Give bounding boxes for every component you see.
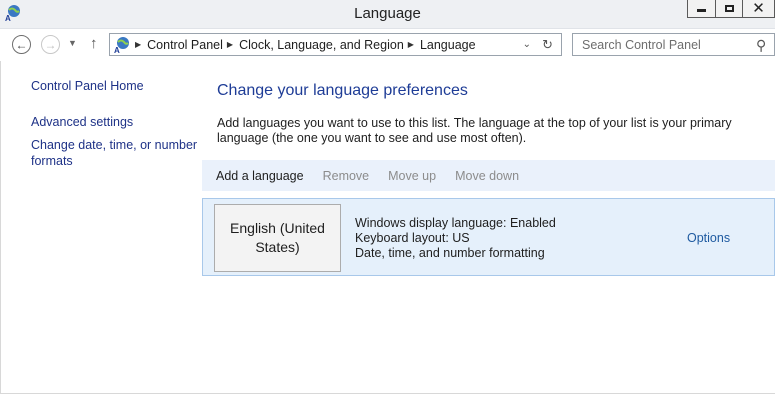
- keyboard-layout: Keyboard layout: US: [355, 231, 470, 245]
- page-title: Change your language preferences: [217, 82, 468, 99]
- language-row[interactable]: English (United States) Windows display …: [202, 198, 775, 276]
- navigation-bar: ← → ▼ ↑ A ▶ Control Panel ▶ Clock, Langu…: [0, 29, 775, 61]
- minimize-icon: [697, 9, 706, 12]
- options-link[interactable]: Options: [687, 231, 730, 245]
- chevron-down-icon[interactable]: ⌄: [523, 39, 531, 50]
- address-bar[interactable]: A ▶ Control Panel ▶ Clock, Language, and…: [109, 33, 562, 56]
- add-language-button[interactable]: Add a language: [216, 169, 304, 183]
- advanced-settings-link[interactable]: Advanced settings: [31, 114, 201, 130]
- language-details: Windows display language: Enabled Keyboa…: [355, 216, 556, 261]
- window-border: [0, 61, 1, 394]
- chevron-right-icon[interactable]: ▶: [227, 40, 233, 49]
- display-language-status: Windows display language: Enabled: [355, 216, 556, 230]
- move-up-button[interactable]: Move up: [388, 169, 436, 183]
- title-bar: A Language ✕: [0, 0, 775, 29]
- control-panel-icon: A: [114, 36, 129, 54]
- search-icon[interactable]: ⚲: [756, 37, 766, 54]
- chevron-right-icon[interactable]: ▶: [135, 40, 141, 49]
- language-toolbar: Add a language Remove Move up Move down: [202, 160, 775, 191]
- maximize-icon: [724, 5, 734, 12]
- maximize-button[interactable]: [715, 0, 743, 18]
- recent-locations-dropdown[interactable]: ▼: [68, 38, 77, 48]
- close-icon: ✕: [752, 0, 765, 17]
- control-panel-home-link[interactable]: Control Panel Home: [31, 78, 201, 94]
- breadcrumb-control-panel[interactable]: Control Panel: [147, 38, 223, 52]
- search-box[interactable]: ⚲: [572, 33, 775, 56]
- close-button[interactable]: ✕: [742, 0, 775, 18]
- up-button[interactable]: ↑: [90, 35, 98, 52]
- search-input[interactable]: [580, 36, 754, 53]
- forward-button[interactable]: →: [41, 35, 60, 54]
- back-arrow-icon: ←: [15, 37, 28, 52]
- move-down-button[interactable]: Move down: [455, 169, 519, 183]
- forward-arrow-icon: →: [44, 37, 57, 52]
- change-date-time-formats-link[interactable]: Change date, time, or number formats: [31, 137, 201, 169]
- back-button[interactable]: ←: [12, 35, 31, 54]
- chevron-right-icon[interactable]: ▶: [408, 40, 414, 49]
- breadcrumb-language[interactable]: Language: [420, 38, 476, 52]
- refresh-icon[interactable]: ↻: [542, 37, 553, 53]
- intro-text: Add languages you want to use to this li…: [217, 116, 732, 145]
- minimize-button[interactable]: [687, 0, 716, 18]
- formatting-info: Date, time, and number formatting: [355, 246, 545, 260]
- language-tile[interactable]: English (United States): [214, 204, 341, 272]
- window-title: Language: [354, 5, 421, 22]
- left-pane: Control Panel Home Advanced settings Cha…: [31, 78, 201, 169]
- breadcrumb-clock-language-region[interactable]: Clock, Language, and Region: [239, 38, 404, 52]
- remove-button[interactable]: Remove: [323, 169, 370, 183]
- svg-text:A: A: [114, 46, 120, 54]
